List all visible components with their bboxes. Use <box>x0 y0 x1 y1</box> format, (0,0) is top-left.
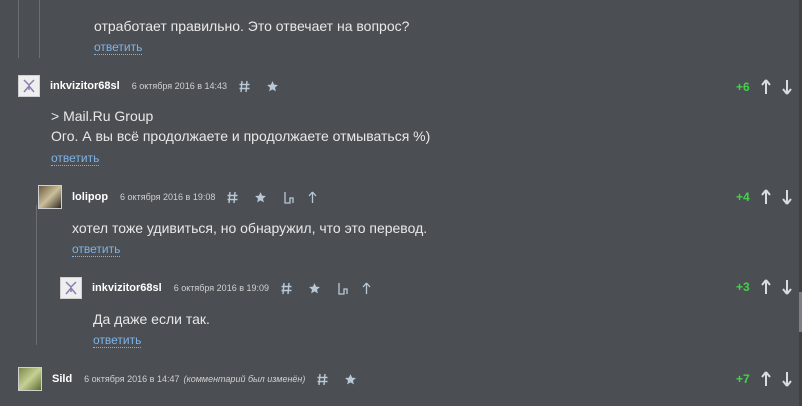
parent-comment-icon[interactable] <box>283 191 295 204</box>
vote-up-icon[interactable] <box>759 78 773 96</box>
username[interactable]: inkvizitor68sl <box>92 282 162 294</box>
comment-text: отработает правильно. Это отвечает на во… <box>94 18 410 34</box>
star-icon[interactable] <box>266 80 279 93</box>
avatar[interactable] <box>38 185 62 209</box>
thread-line <box>39 0 40 58</box>
comment-header: lolipop 6 октября 2016 в 19:08 <box>38 185 317 209</box>
vote-down-icon[interactable] <box>780 370 794 388</box>
avatar[interactable] <box>18 367 42 391</box>
reply-link[interactable]: ответить <box>94 40 143 55</box>
comment-date[interactable]: 6 октября 2016 в 19:09 <box>174 283 269 293</box>
comment-score: +6 <box>736 80 750 94</box>
star-icon[interactable] <box>344 373 357 386</box>
comment-text-line: > Mail.Ru Group <box>51 108 154 124</box>
vote-down-icon[interactable] <box>780 78 794 96</box>
hash-icon[interactable] <box>239 80 250 93</box>
hash-icon[interactable] <box>317 373 328 386</box>
comment-header: inkvizitor68sl 6 октября 2016 в 14:43 <box>18 74 279 98</box>
arrow-up-icon[interactable] <box>308 191 317 204</box>
edited-note: (комментарий был изменён) <box>183 374 306 384</box>
parent-comment-icon[interactable] <box>337 282 348 295</box>
avatar[interactable] <box>18 75 40 97</box>
reply-link[interactable]: ответить <box>72 242 121 257</box>
reply-link[interactable]: ответить <box>51 151 100 166</box>
vote-up-icon[interactable] <box>759 188 773 206</box>
comment-text-line: хотел тоже удивиться, но обнаружил, что … <box>72 220 428 236</box>
comment-header: Sild 6 октября 2016 в 14:47 (комментарий… <box>18 367 357 391</box>
username[interactable]: inkvizitor68sl <box>50 80 120 92</box>
thread-line <box>36 205 37 345</box>
avatar[interactable] <box>60 277 82 299</box>
hash-icon[interactable] <box>227 191 238 204</box>
reply-link[interactable]: ответить <box>93 333 142 348</box>
comment-score: +4 <box>736 190 750 204</box>
identicon-icon <box>65 281 77 295</box>
vote-down-icon[interactable] <box>780 188 794 206</box>
vote-up-icon[interactable] <box>759 278 773 296</box>
comment-date[interactable]: 6 октября 2016 в 14:47 <box>84 374 179 384</box>
comment-text-line: Да даже если так. <box>93 311 210 327</box>
star-icon[interactable] <box>308 282 321 295</box>
username[interactable]: lolipop <box>72 191 108 203</box>
identicon-icon <box>23 79 35 93</box>
username[interactable]: Sild <box>52 373 72 385</box>
star-icon[interactable] <box>254 191 267 204</box>
comment-date[interactable]: 6 октября 2016 в 19:08 <box>120 192 215 202</box>
comment-score: +3 <box>736 280 750 294</box>
comment-date[interactable]: 6 октября 2016 в 14:43 <box>132 81 227 91</box>
vote-down-icon[interactable] <box>780 278 794 296</box>
comment-header: inkvizitor68sl 6 октября 2016 в 19:09 <box>60 276 371 300</box>
hash-icon[interactable] <box>281 282 292 295</box>
arrow-up-icon[interactable] <box>362 282 371 295</box>
thread-line <box>18 0 19 58</box>
vote-up-icon[interactable] <box>759 370 773 388</box>
comment-score: +7 <box>736 372 750 386</box>
comment-text-line: Ого. А вы всё продолжаете и продолжаете … <box>51 128 431 144</box>
